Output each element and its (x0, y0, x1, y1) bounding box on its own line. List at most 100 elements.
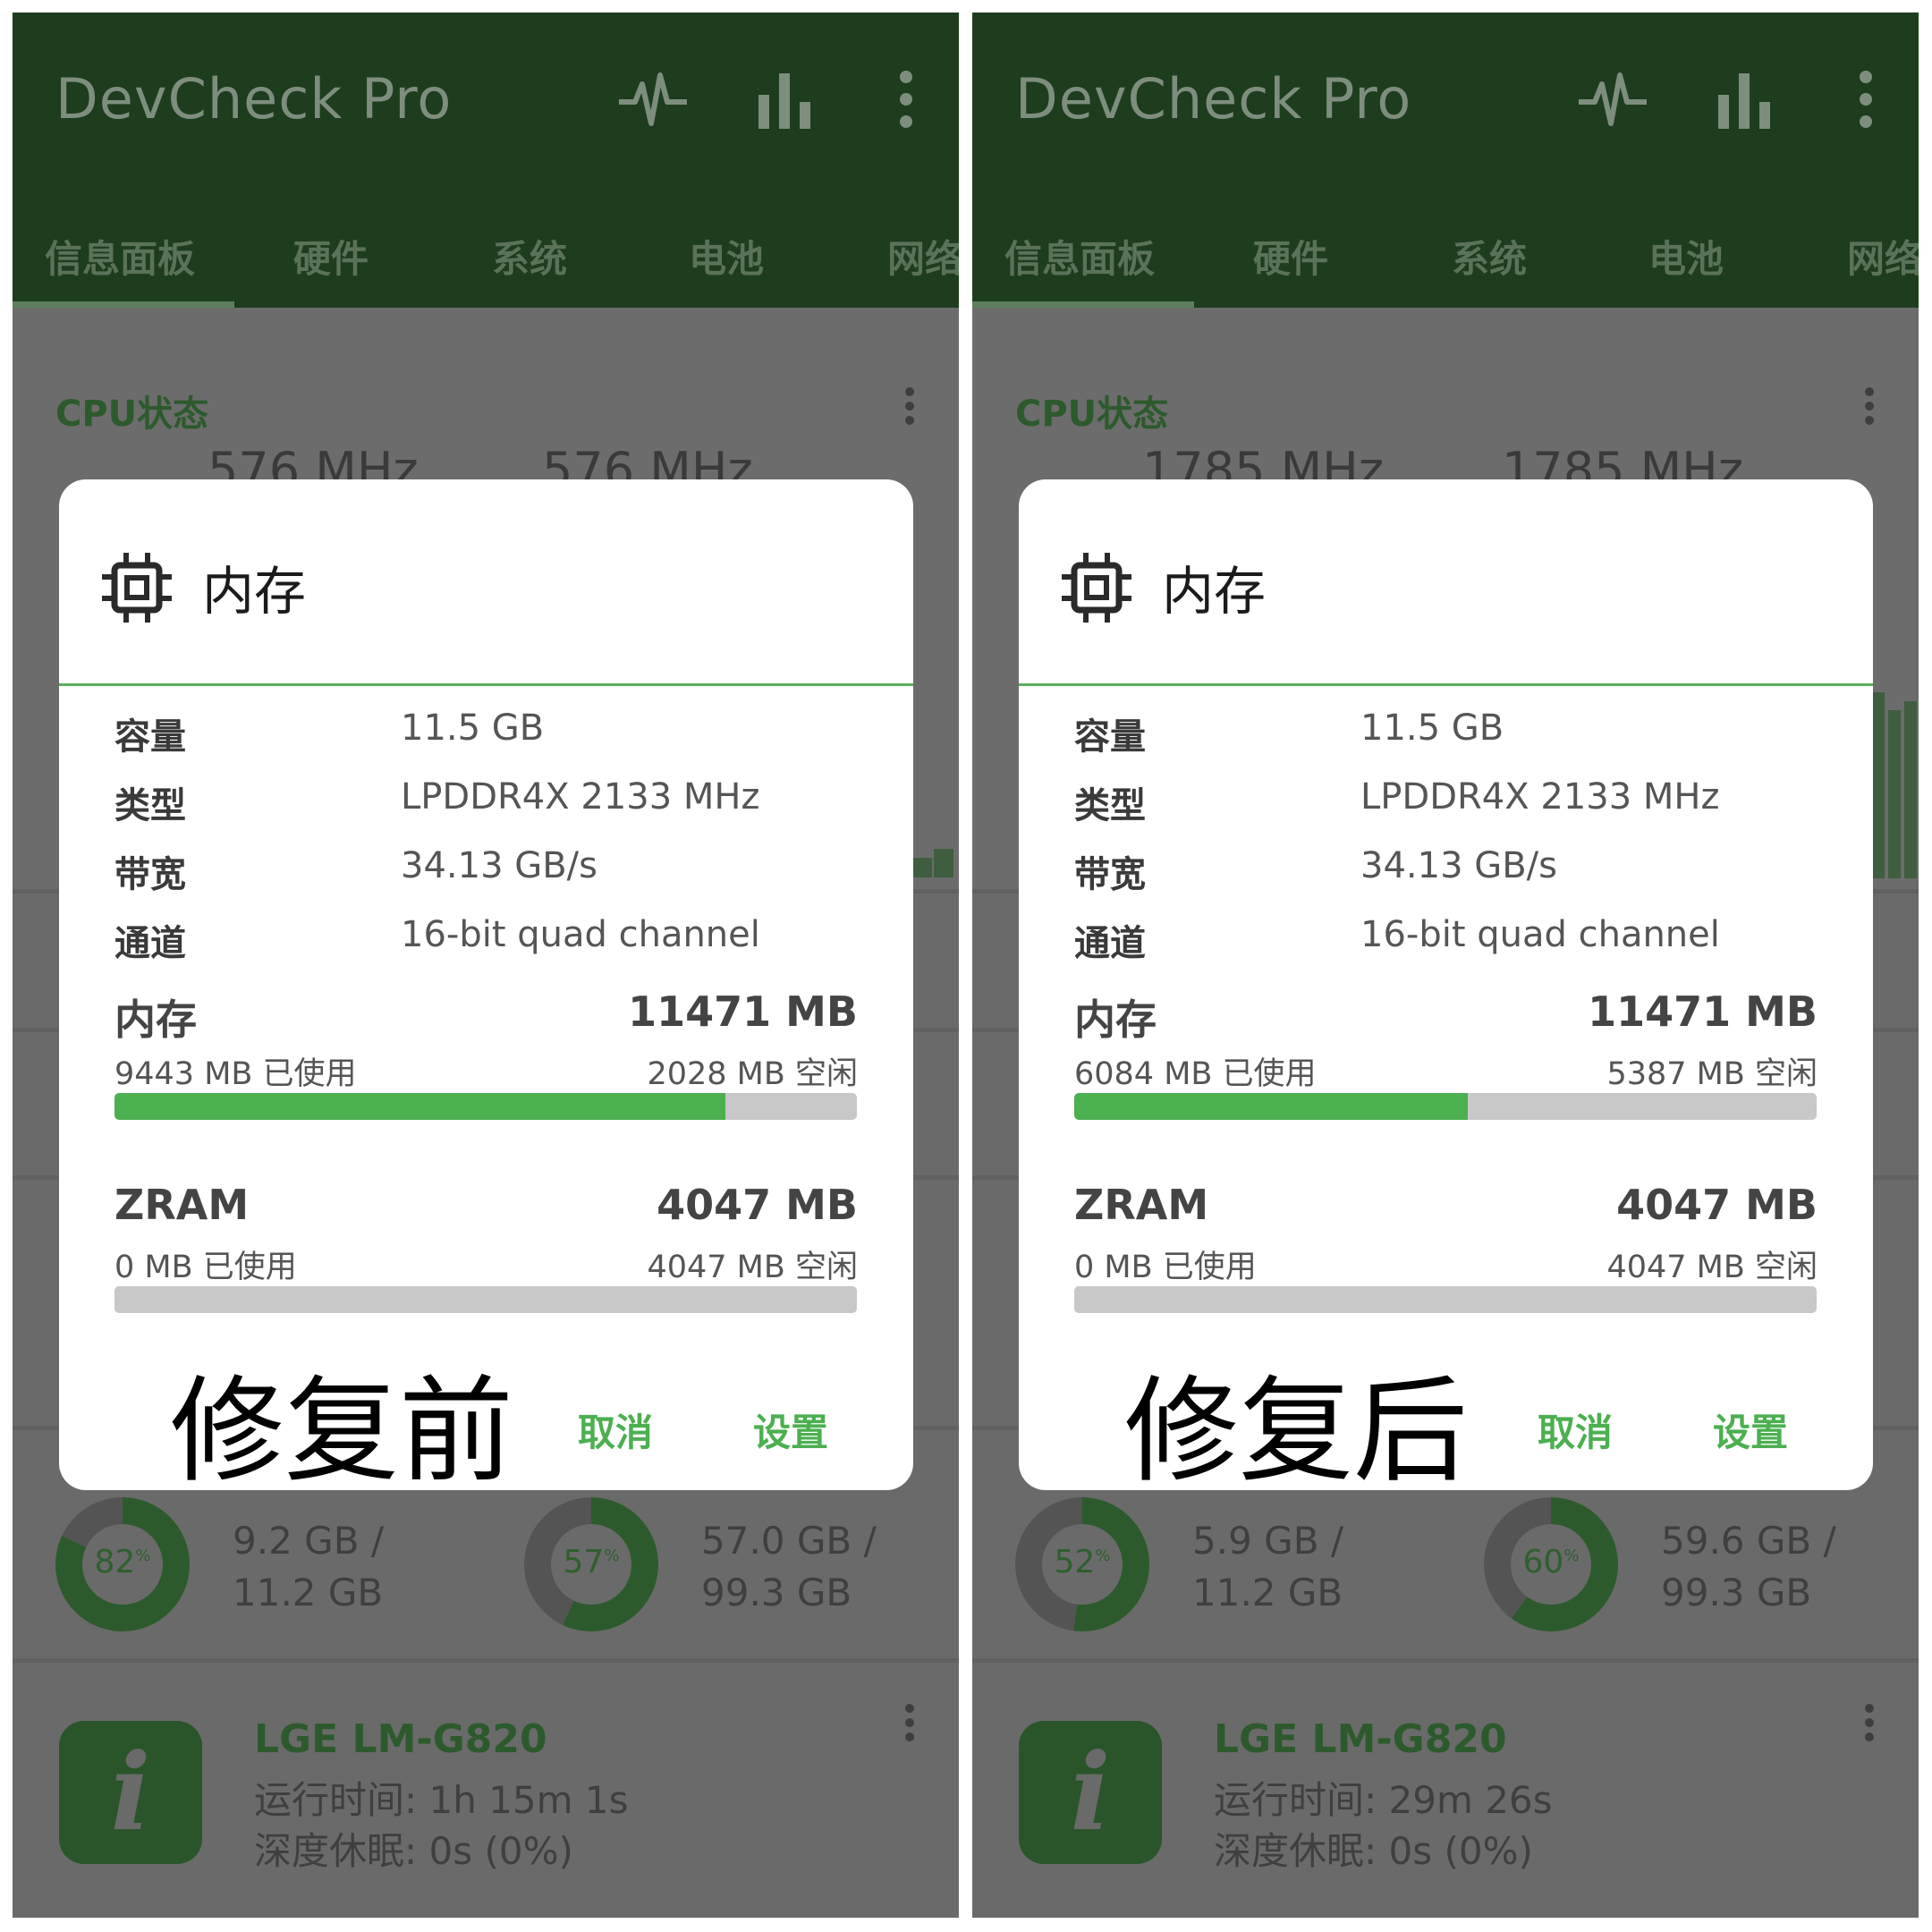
ram-usage-donut: 52% (1015, 1497, 1149, 1631)
dialog-divider (1019, 683, 1873, 686)
zram-usage-bar (114, 1286, 857, 1313)
tab-battery[interactable]: 电池 (689, 229, 764, 284)
tab-dashboard[interactable]: 信息面板 (1004, 229, 1155, 284)
divider (13, 1658, 959, 1663)
deep-sleep: 深度休眠: 0s (0%) (254, 1829, 573, 1873)
zram-used: 0 MB 已使用 (1074, 1250, 1257, 1285)
memory-label: 内存 (114, 996, 197, 1044)
memory-usage-fill (1074, 1093, 1468, 1120)
ram-usage-text: 5.9 GB / 11.2 GB (1192, 1519, 1344, 1614)
comparison-caption: 修复前 (170, 1365, 514, 1490)
app-bar: DevCheck Pro 信息面板 硬件 系统 电池 网络 (13, 13, 959, 308)
memory-total: 11471 MB (628, 987, 858, 1036)
pulse-icon[interactable] (1577, 68, 1648, 134)
screenshot-before: DevCheck Pro 信息面板 硬件 系统 电池 网络 CPU状态 576 … (13, 13, 959, 1918)
zram-total: 4047 MB (657, 1181, 858, 1229)
tab-network[interactable]: 网络 (887, 229, 959, 284)
spec-value: 34.13 GB/s (1360, 845, 1557, 886)
card-more-icon[interactable] (903, 1703, 916, 1746)
tab-indicator (13, 301, 234, 308)
spec-label: 容量 (114, 716, 186, 758)
storage-usage-percent: 57 (563, 1544, 605, 1580)
cancel-button[interactable]: 取消 (1538, 1402, 1613, 1457)
more-vert-icon[interactable] (893, 68, 919, 134)
bar-chart-icon[interactable] (755, 68, 818, 134)
tab-network[interactable]: 网络 (1847, 229, 1919, 284)
device-info-icon: i (59, 1721, 202, 1864)
cpu-chart-bar (1888, 710, 1901, 878)
storage-usage-percent: 60 (1522, 1544, 1564, 1580)
card-more-icon[interactable] (1863, 1703, 1876, 1746)
memory-free: 2028 MB 空闲 (647, 1056, 858, 1092)
dialog-title: 内存 (1162, 561, 1267, 622)
spec-label: 带宽 (114, 854, 186, 895)
storage-usage-text: 59.6 GB / 99.3 GB (1661, 1519, 1836, 1614)
more-vert-icon[interactable] (1852, 68, 1879, 134)
storage-usage-text: 57.0 GB / 99.3 GB (701, 1519, 877, 1614)
spec-label: 容量 (1074, 716, 1146, 758)
tab-system[interactable]: 系统 (492, 229, 567, 284)
memory-chip-icon (1062, 553, 1131, 626)
cpu-status-title: CPU状态 (55, 394, 209, 435)
memory-chip-icon (102, 553, 172, 626)
app-title: DevCheck Pro (55, 66, 453, 131)
card-more-icon[interactable] (903, 386, 916, 429)
cancel-button[interactable]: 取消 (578, 1402, 653, 1457)
comparison-caption: 修复后 (1124, 1365, 1469, 1490)
memory-total: 11471 MB (1588, 987, 1818, 1036)
tab-battery[interactable]: 电池 (1648, 229, 1724, 284)
settings-button[interactable]: 设置 (753, 1402, 828, 1457)
cpu-status-title: CPU状态 (1015, 394, 1169, 435)
zram-usage-bar (1074, 1286, 1817, 1313)
device-name: LGE LM-G820 (254, 1716, 547, 1762)
device-name: LGE LM-G820 (1214, 1716, 1507, 1762)
spec-label: 通道 (114, 923, 186, 964)
memory-dialog: 内存 容量 11.5 GB 类型 LPDDR4X 2133 MHz 带宽 34.… (1019, 479, 1873, 1490)
cpu-chart-bar (912, 858, 932, 877)
spec-label: 类型 (1074, 785, 1146, 826)
spec-value: LPDDR4X 2133 MHz (1360, 776, 1720, 818)
zram-total: 4047 MB (1616, 1181, 1818, 1229)
tab-indicator (972, 301, 1194, 308)
memory-usage-fill (114, 1093, 726, 1120)
tab-system[interactable]: 系统 (1452, 229, 1527, 284)
memory-label: 内存 (1074, 996, 1157, 1044)
cpu-chart-bar (1904, 701, 1917, 878)
ram-usage-percent: 52 (1054, 1544, 1096, 1580)
tab-hardware[interactable]: 硬件 (1253, 229, 1328, 284)
settings-button[interactable]: 设置 (1713, 1402, 1788, 1457)
ram-usage-percent: 82 (94, 1544, 136, 1580)
memory-usage-bar (114, 1093, 857, 1120)
spec-value: 34.13 GB/s (401, 845, 597, 886)
memory-used: 6084 MB 已使用 (1074, 1056, 1317, 1092)
pulse-icon[interactable] (617, 68, 689, 134)
memory-free: 5387 MB 空闲 (1606, 1056, 1818, 1092)
spec-value: 16-bit quad channel (401, 914, 760, 955)
dialog-title: 内存 (202, 561, 307, 622)
memory-usage-bar (1074, 1093, 1817, 1120)
storage-usage-donut: 57% (524, 1497, 658, 1631)
spec-value: 11.5 GB (1360, 708, 1504, 749)
ram-usage-donut: 82% (55, 1497, 190, 1631)
memory-used: 9443 MB 已使用 (114, 1056, 357, 1092)
app-title: DevCheck Pro (1015, 66, 1412, 131)
uptime: 运行时间: 1h 15m 1s (254, 1778, 629, 1822)
ram-usage-text: 9.2 GB / 11.2 GB (233, 1519, 385, 1614)
spec-label: 带宽 (1074, 854, 1146, 895)
tab-dashboard[interactable]: 信息面板 (45, 229, 195, 284)
bar-chart-icon[interactable] (1715, 68, 1777, 134)
screenshot-after: DevCheck Pro 信息面板 硬件 系统 电池 网络 CPU状态 1785… (972, 13, 1919, 1918)
dialog-divider (59, 683, 913, 686)
app-bar: DevCheck Pro 信息面板 硬件 系统 电池 网络 (972, 13, 1919, 308)
zram-label: ZRAM (1074, 1181, 1209, 1229)
card-more-icon[interactable] (1863, 386, 1876, 429)
tab-hardware[interactable]: 硬件 (293, 229, 369, 284)
spec-value: 16-bit quad channel (1360, 914, 1720, 955)
zram-used: 0 MB 已使用 (114, 1250, 297, 1285)
zram-free: 4047 MB 空闲 (647, 1250, 858, 1285)
memory-dialog: 内存 容量 11.5 GB 类型 LPDDR4X 2133 MHz 带宽 34.… (59, 479, 913, 1490)
zram-label: ZRAM (114, 1181, 250, 1229)
zram-free: 4047 MB 空闲 (1606, 1250, 1818, 1285)
spec-value: LPDDR4X 2133 MHz (401, 776, 760, 818)
tab-bar: 信息面板 硬件 系统 电池 网络 (972, 209, 1919, 308)
